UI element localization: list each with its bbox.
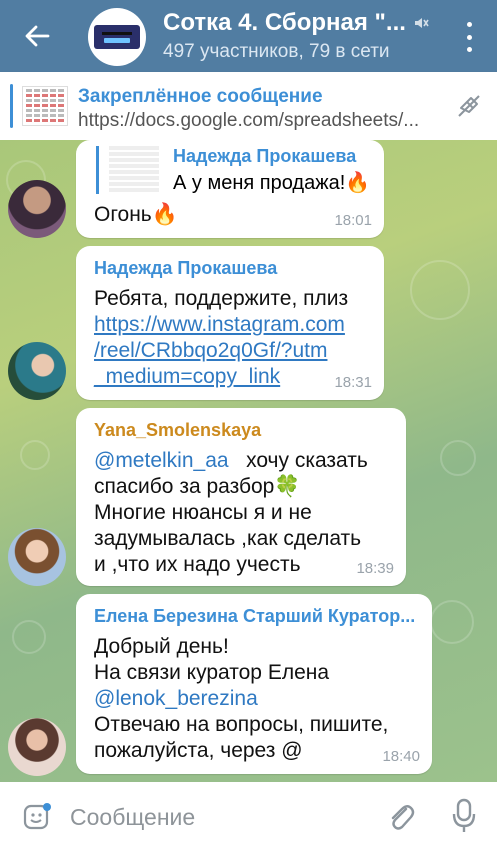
unpin-icon[interactable] — [455, 92, 483, 120]
message-sender: Yana_Smolenskaya — [94, 420, 262, 440]
message-time: 18:31 — [334, 374, 372, 391]
pinned-message-bar[interactable]: Закреплённое сообщение https://docs.goog… — [0, 72, 497, 140]
message-line: Отвечаю на вопросы, пишите, — [94, 713, 389, 736]
sticker-icon[interactable] — [22, 802, 52, 832]
group-avatar[interactable] — [88, 8, 146, 66]
message-body: @metelkin_aa хочу сказать спасибо за раз… — [94, 448, 368, 578]
message-time: 18:40 — [382, 748, 420, 765]
chat-messages-area[interactable]: Надежда Прокашева А у меня продажа!🔥 Ого… — [0, 140, 497, 782]
pinned-text: https://docs.google.com/spreadsheets/... — [78, 110, 420, 131]
message-time: 18:01 — [334, 212, 372, 229]
message-bubble[interactable]: Надежда Прокашева Ребята, поддержите, пл… — [76, 246, 384, 400]
microphone-icon[interactable] — [452, 798, 476, 834]
mention-link[interactable]: @metelkin_aa — [94, 449, 229, 472]
chat-title: Сотка 4. Сборная "... — [163, 9, 443, 37]
chat-subtitle: 497 участников, 79 в сети — [163, 41, 390, 62]
message-line: пожалуйста, через @ — [94, 739, 303, 762]
message-text: Огонь🔥 — [94, 203, 178, 226]
message-line: На связи куратор Елена — [94, 661, 330, 684]
message-bubble[interactable]: Елена Березина Старший Куратор... Добрый… — [76, 594, 432, 774]
message-line: Многие нюансы я и не — [94, 501, 312, 524]
back-arrow-icon — [25, 25, 50, 47]
message-line: хочу сказать — [246, 449, 368, 472]
chat-title-block[interactable]: Сотка 4. Сборная "... 497 участников, 79… — [163, 9, 443, 63]
reply-quote[interactable]: Надежда Прокашева А у меня продажа!🔥 — [96, 146, 370, 194]
message-link[interactable]: https://www.instagram.com /reel/CRbbqo2q… — [94, 312, 345, 390]
pinned-thumbnail — [22, 86, 68, 126]
muted-icon — [414, 18, 429, 28]
message-input[interactable]: Сообщение — [70, 804, 195, 831]
avatar[interactable] — [8, 180, 66, 238]
message-text: Ребята, поддержите, плиз — [94, 287, 349, 310]
message-sender: Надежда Прокашева — [94, 258, 278, 278]
message-line: Добрый день! — [94, 635, 229, 658]
message-bubble[interactable]: Надежда Прокашева А у меня продажа!🔥 Ого… — [76, 140, 384, 238]
message-input-bar: Сообщение — [0, 782, 497, 850]
chat-title-text: Сотка 4. Сборная "... — [163, 9, 406, 36]
message-line: задумывалась ,как сделать — [94, 527, 362, 550]
link-line: https://www.instagram.com — [94, 313, 345, 336]
message-line: спасибо за разбор🍀 — [94, 475, 301, 498]
chat-header: Сотка 4. Сборная "... 497 участников, 79… — [0, 0, 497, 72]
avatar[interactable] — [8, 718, 66, 776]
reply-text: А у меня продажа!🔥 — [173, 172, 371, 194]
message-line: и ,что их надо учесть — [94, 553, 301, 576]
message-bubble[interactable]: Yana_Smolenskaya @metelkin_aa хочу сказа… — [76, 408, 406, 586]
link-line: /reel/CRbbqo2q0Gf/?utm — [94, 339, 328, 362]
message-sender: Елена Березина Старший Куратор... — [94, 606, 416, 626]
back-button[interactable] — [0, 0, 74, 72]
more-menu-button[interactable] — [457, 22, 481, 52]
link-line: _medium=copy_link — [94, 365, 281, 388]
mention-link[interactable]: @lenok_berezina — [94, 686, 388, 712]
reply-sender: Надежда Прокашева — [173, 146, 357, 166]
message-time: 18:39 — [356, 560, 394, 577]
attach-icon[interactable] — [386, 800, 416, 834]
pinned-indicator — [10, 84, 13, 128]
avatar[interactable] — [8, 528, 66, 586]
reply-thumbnail — [109, 146, 159, 192]
message-body: Добрый день! На связи куратор Елена @len… — [94, 634, 388, 764]
avatar[interactable] — [8, 342, 66, 400]
pinned-title: Закреплённое сообщение — [78, 86, 323, 107]
